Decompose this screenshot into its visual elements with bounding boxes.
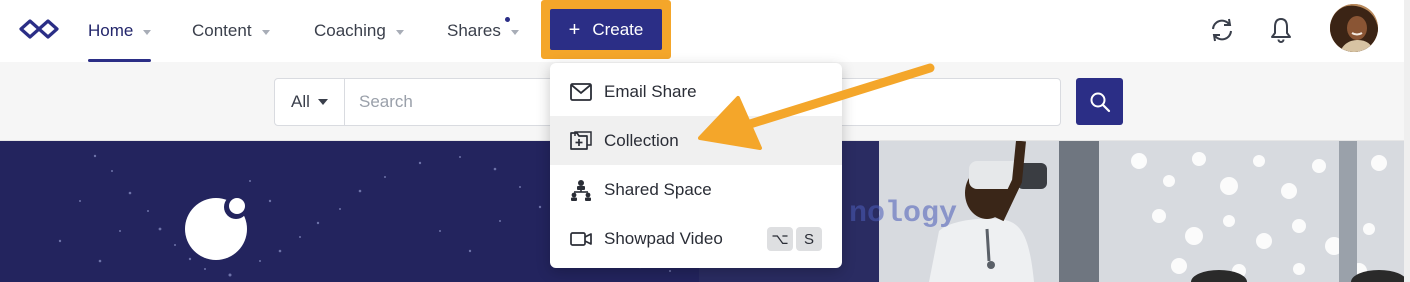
create-button-label: Create [592,19,644,39]
nav-coaching-label: Coaching [314,21,386,40]
people-network-icon [570,179,592,201]
chevron-down-icon [143,29,152,35]
create-button-highlight: + Create [541,0,671,59]
chevron-down-icon [510,29,519,35]
search-filter-value: All [291,92,310,111]
shortcut-key-s: S [796,227,822,251]
caret-down-icon [317,99,328,105]
scrollbar[interactable] [1404,0,1410,282]
menu-item-showpad-video[interactable]: Showpad Video ⌥ S [550,214,842,263]
nav-home[interactable]: Home [88,0,152,62]
folder-plus-icon [570,130,592,152]
hero-overlay-text: nology [849,197,957,231]
menu-item-label: Shared Space [604,179,712,199]
sync-icon[interactable] [1207,15,1237,45]
plus-icon: + [568,18,581,41]
menu-item-shared-space[interactable]: Shared Space [550,165,842,214]
video-camera-icon [570,228,592,250]
search-button[interactable] [1076,78,1123,125]
user-avatar[interactable] [1330,4,1378,52]
shortcut-key-option: ⌥ [767,227,793,251]
nav-content[interactable]: Content [192,0,270,62]
nav-shares-label: Shares [447,21,501,40]
nav-coaching[interactable]: Coaching [314,0,404,62]
menu-item-label: Showpad Video [604,228,723,248]
create-button[interactable]: + Create [550,9,662,50]
annotation-arrow-icon [698,63,935,150]
search-filter-dropdown[interactable]: All [275,79,345,125]
envelope-icon [570,81,592,103]
nav-shares[interactable]: Shares [447,0,519,62]
nav-content-label: Content [192,21,252,40]
showpad-logo-icon[interactable] [18,17,60,41]
search-icon [1090,92,1110,112]
top-navigation: Home Content Coaching Shares + Create [0,0,1410,62]
bell-icon[interactable] [1266,15,1296,45]
menu-item-label: Collection [604,130,679,150]
chevron-down-icon [395,29,404,35]
menu-item-label: Email Share [604,81,697,101]
nav-home-label: Home [88,21,134,40]
chevron-down-icon [261,29,270,35]
notification-dot [505,17,510,22]
